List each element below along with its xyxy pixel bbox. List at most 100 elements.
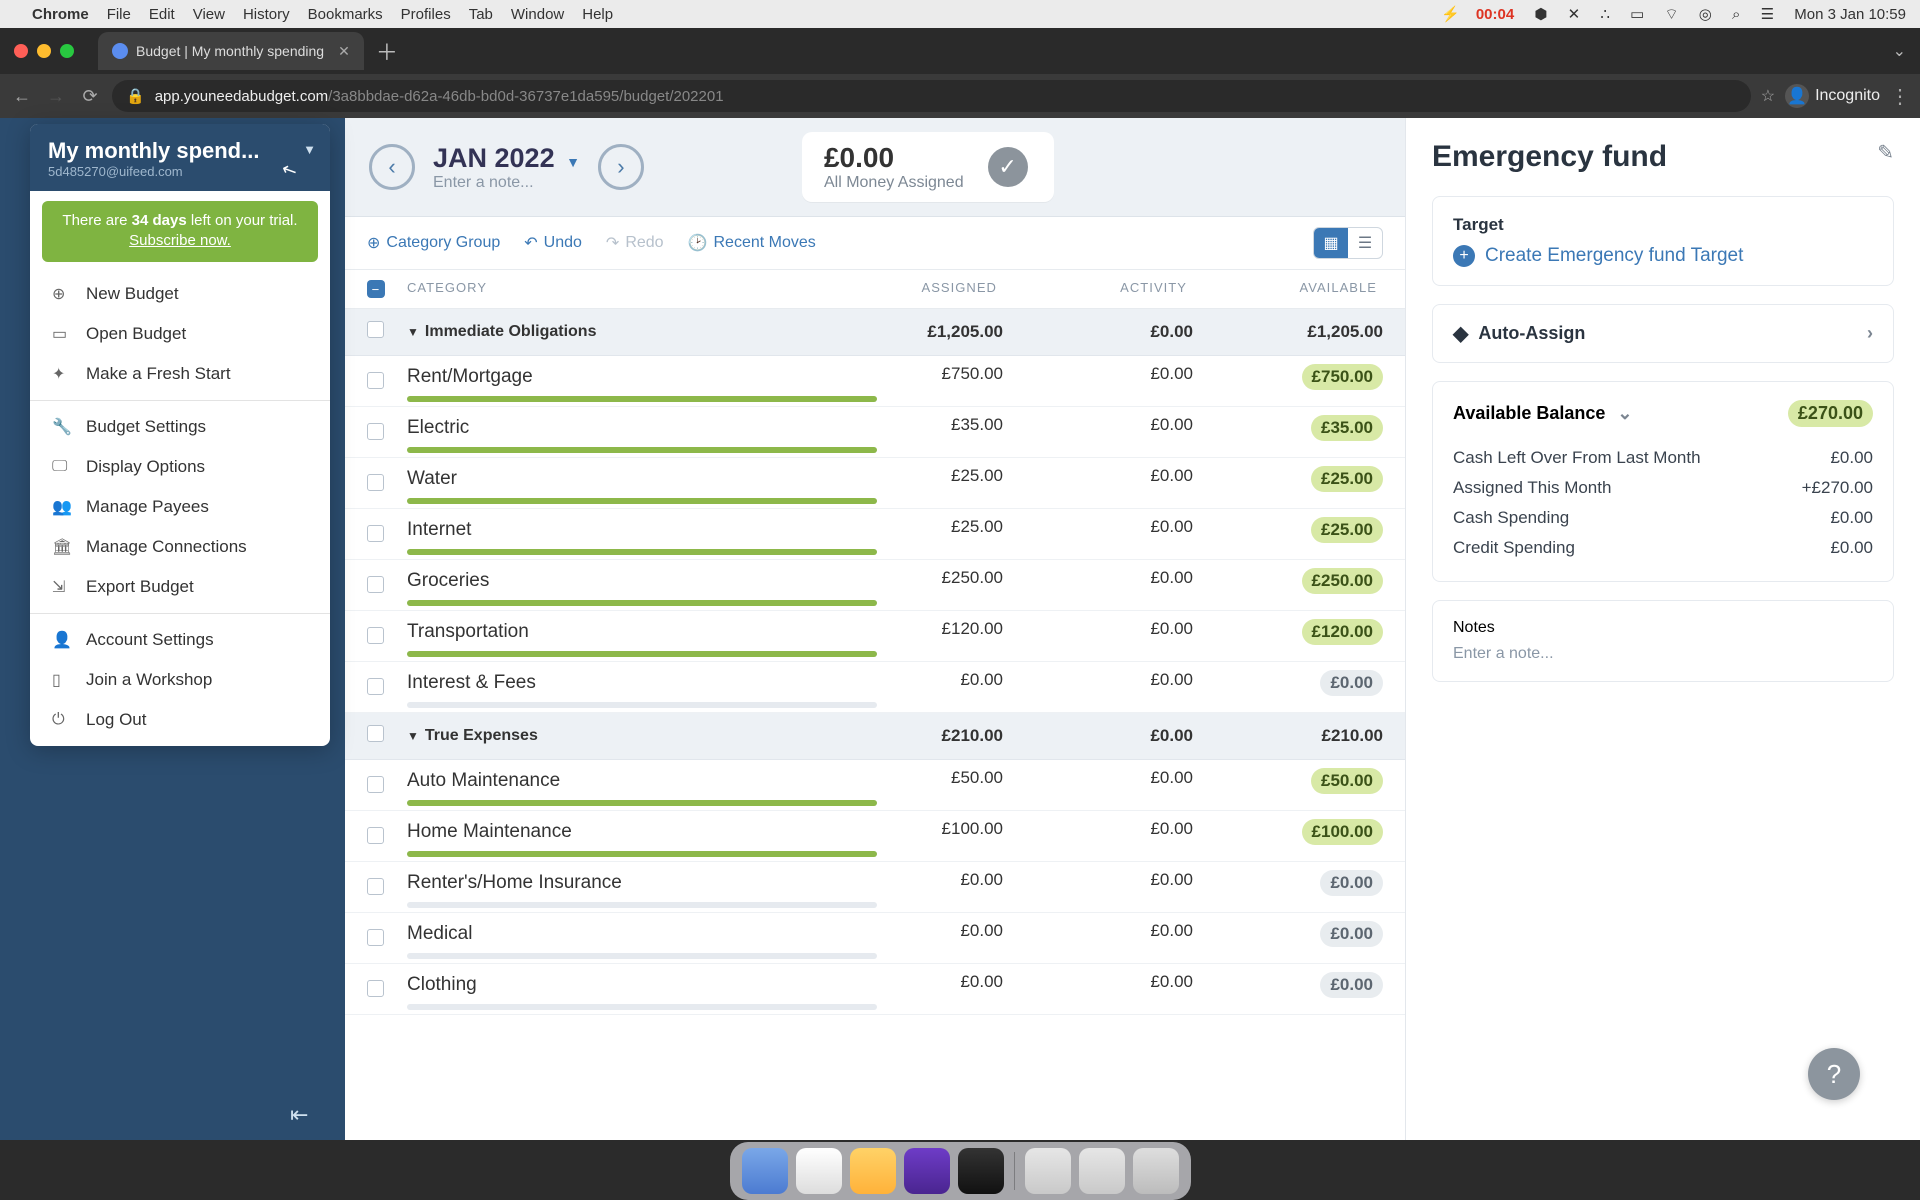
clock[interactable]: Mon 3 Jan 10:59: [1794, 6, 1906, 23]
menu-budget-settings[interactable]: 🔧Budget Settings: [30, 407, 330, 447]
category-row[interactable]: Water £25.00£0.00£25.00: [345, 458, 1405, 509]
col-assigned[interactable]: ASSIGNED: [813, 280, 1003, 298]
to-be-assigned-card[interactable]: £0.00 All Money Assigned ✓: [802, 132, 1054, 202]
menu-history[interactable]: History: [243, 6, 290, 23]
group-checkbox[interactable]: [367, 321, 384, 338]
menu-bookmarks[interactable]: Bookmarks: [308, 6, 383, 23]
menu-help[interactable]: Help: [582, 6, 613, 23]
dock-app-music[interactable]: [904, 1148, 950, 1194]
category-available[interactable]: £25.00: [1193, 517, 1383, 543]
close-tab-icon[interactable]: ✕: [338, 43, 350, 60]
category-assigned[interactable]: £0.00: [813, 972, 1003, 998]
back-button[interactable]: ←: [10, 86, 34, 107]
reload-button[interactable]: ⟳: [78, 86, 102, 107]
category-assigned[interactable]: £120.00: [813, 619, 1003, 645]
dock-folder[interactable]: [1079, 1148, 1125, 1194]
redo-button[interactable]: ↷Redo: [606, 233, 664, 253]
category-row[interactable]: Clothing £0.00£0.00£0.00: [345, 964, 1405, 1015]
view-list-button[interactable]: ☰: [1348, 228, 1382, 258]
menu-new-budget[interactable]: ⊕New Budget: [30, 274, 330, 314]
dropbox-icon[interactable]: ⬢: [1534, 6, 1547, 23]
category-available[interactable]: £0.00: [1193, 972, 1383, 998]
help-fab-button[interactable]: ?: [1808, 1048, 1860, 1100]
category-assigned[interactable]: £0.00: [813, 921, 1003, 947]
category-checkbox[interactable]: [367, 878, 384, 895]
menu-open-budget[interactable]: ▭Open Budget: [30, 314, 330, 354]
create-target-button[interactable]: + Create Emergency fund Target: [1453, 245, 1873, 267]
category-group-row[interactable]: ▼ Immediate Obligations £1,205.00£0.00£1…: [345, 309, 1405, 356]
prev-month-button[interactable]: ‹: [369, 144, 415, 190]
category-checkbox[interactable]: [367, 423, 384, 440]
category-assigned[interactable]: £750.00: [813, 364, 1003, 390]
category-checkbox[interactable]: [367, 678, 384, 695]
category-checkbox[interactable]: [367, 474, 384, 491]
menu-manage-connections[interactable]: 🏛Manage Connections: [30, 527, 330, 567]
menu-tab[interactable]: Tab: [469, 6, 493, 23]
menu-account-settings[interactable]: 👤Account Settings: [30, 620, 330, 660]
edit-icon[interactable]: ✎: [1877, 140, 1894, 165]
category-row[interactable]: Auto Maintenance £50.00£0.00£50.00: [345, 760, 1405, 811]
menu-export-budget[interactable]: ⇲Export Budget: [30, 567, 330, 607]
recent-moves-button[interactable]: 🕑Recent Moves: [688, 233, 816, 253]
maximize-window-button[interactable]: [60, 44, 74, 58]
browser-menu-icon[interactable]: ⋮: [1890, 84, 1910, 109]
subscribe-link[interactable]: Subscribe now.: [129, 232, 231, 249]
category-available[interactable]: £35.00: [1193, 415, 1383, 441]
menu-fresh-start[interactable]: ✦Make a Fresh Start: [30, 354, 330, 394]
category-assigned[interactable]: £25.00: [813, 517, 1003, 543]
add-category-group-button[interactable]: ⊕Category Group: [367, 233, 500, 253]
category-row[interactable]: Home Maintenance £100.00£0.00£100.00: [345, 811, 1405, 862]
category-checkbox[interactable]: [367, 827, 384, 844]
view-compact-button[interactable]: ▦: [1314, 228, 1348, 258]
category-available[interactable]: £250.00: [1193, 568, 1383, 594]
category-available[interactable]: £120.00: [1193, 619, 1383, 645]
app-name[interactable]: Chrome: [32, 6, 89, 23]
category-row[interactable]: Rent/Mortgage £750.00£0.00£750.00: [345, 356, 1405, 407]
undo-button[interactable]: ↶Undo: [524, 233, 582, 253]
category-available[interactable]: £100.00: [1193, 819, 1383, 845]
menu-log-out[interactable]: ⏻Log Out: [30, 700, 330, 740]
menu-join-workshop[interactable]: ▯Join a Workshop: [30, 660, 330, 700]
spotlight-icon[interactable]: ⌕: [1732, 6, 1740, 23]
menu-manage-payees[interactable]: 👥Manage Payees: [30, 487, 330, 527]
category-checkbox[interactable]: [367, 627, 384, 644]
category-available[interactable]: £0.00: [1193, 921, 1383, 947]
dock-app-terminal[interactable]: [958, 1148, 1004, 1194]
menu-view[interactable]: View: [193, 6, 225, 23]
col-available[interactable]: AVAILABLE: [1193, 280, 1383, 298]
bookmark-star-icon[interactable]: ☆: [1761, 86, 1775, 106]
menu-window[interactable]: Window: [511, 6, 564, 23]
wifi-icon[interactable]: ⌔: [1665, 6, 1679, 23]
col-category[interactable]: CATEGORY: [407, 280, 813, 298]
control-center-icon[interactable]: ☰: [1761, 6, 1774, 23]
menu-edit[interactable]: Edit: [149, 6, 175, 23]
category-available[interactable]: £0.00: [1193, 870, 1383, 896]
browser-tab[interactable]: Budget | My monthly spending ✕: [98, 32, 364, 70]
category-checkbox[interactable]: [367, 372, 384, 389]
budget-menu-header[interactable]: ✲ My monthly spend... 5d485270@uifeed.co…: [30, 124, 330, 191]
dock-trash[interactable]: [1133, 1148, 1179, 1194]
category-row[interactable]: Internet £25.00£0.00£25.00: [345, 509, 1405, 560]
available-balance-toggle[interactable]: Available Balance ⌄ £270.00: [1453, 400, 1873, 427]
incognito-badge[interactable]: 👤 Incognito: [1785, 84, 1880, 108]
status-dots-icon[interactable]: ∴: [1600, 6, 1610, 23]
battery-status-icon[interactable]: ▭: [1630, 6, 1644, 23]
month-note-input[interactable]: Enter a note...: [433, 174, 580, 192]
focus-icon[interactable]: ◎: [1699, 6, 1712, 23]
sidebar-collapse-icon[interactable]: ⇤: [290, 1102, 308, 1128]
category-row[interactable]: Medical £0.00£0.00£0.00: [345, 913, 1405, 964]
month-selector[interactable]: JAN 2022 ▼: [433, 143, 580, 174]
menu-display-options[interactable]: 🖵Display Options: [30, 447, 330, 487]
category-available[interactable]: £0.00: [1193, 670, 1383, 696]
category-group-row[interactable]: ▼ True Expenses £210.00£0.00£210.00: [345, 713, 1405, 760]
dock-app-notes[interactable]: [850, 1148, 896, 1194]
category-assigned[interactable]: £35.00: [813, 415, 1003, 441]
category-row[interactable]: Groceries £250.00£0.00£250.00: [345, 560, 1405, 611]
category-available[interactable]: £50.00: [1193, 768, 1383, 794]
category-assigned[interactable]: £100.00: [813, 819, 1003, 845]
category-available[interactable]: £25.00: [1193, 466, 1383, 492]
dock-app-chrome[interactable]: [796, 1148, 842, 1194]
dock-app-finder[interactable]: [742, 1148, 788, 1194]
select-all-checkbox[interactable]: −: [367, 280, 385, 298]
tab-list-dropdown-icon[interactable]: ⌄: [1893, 41, 1906, 61]
